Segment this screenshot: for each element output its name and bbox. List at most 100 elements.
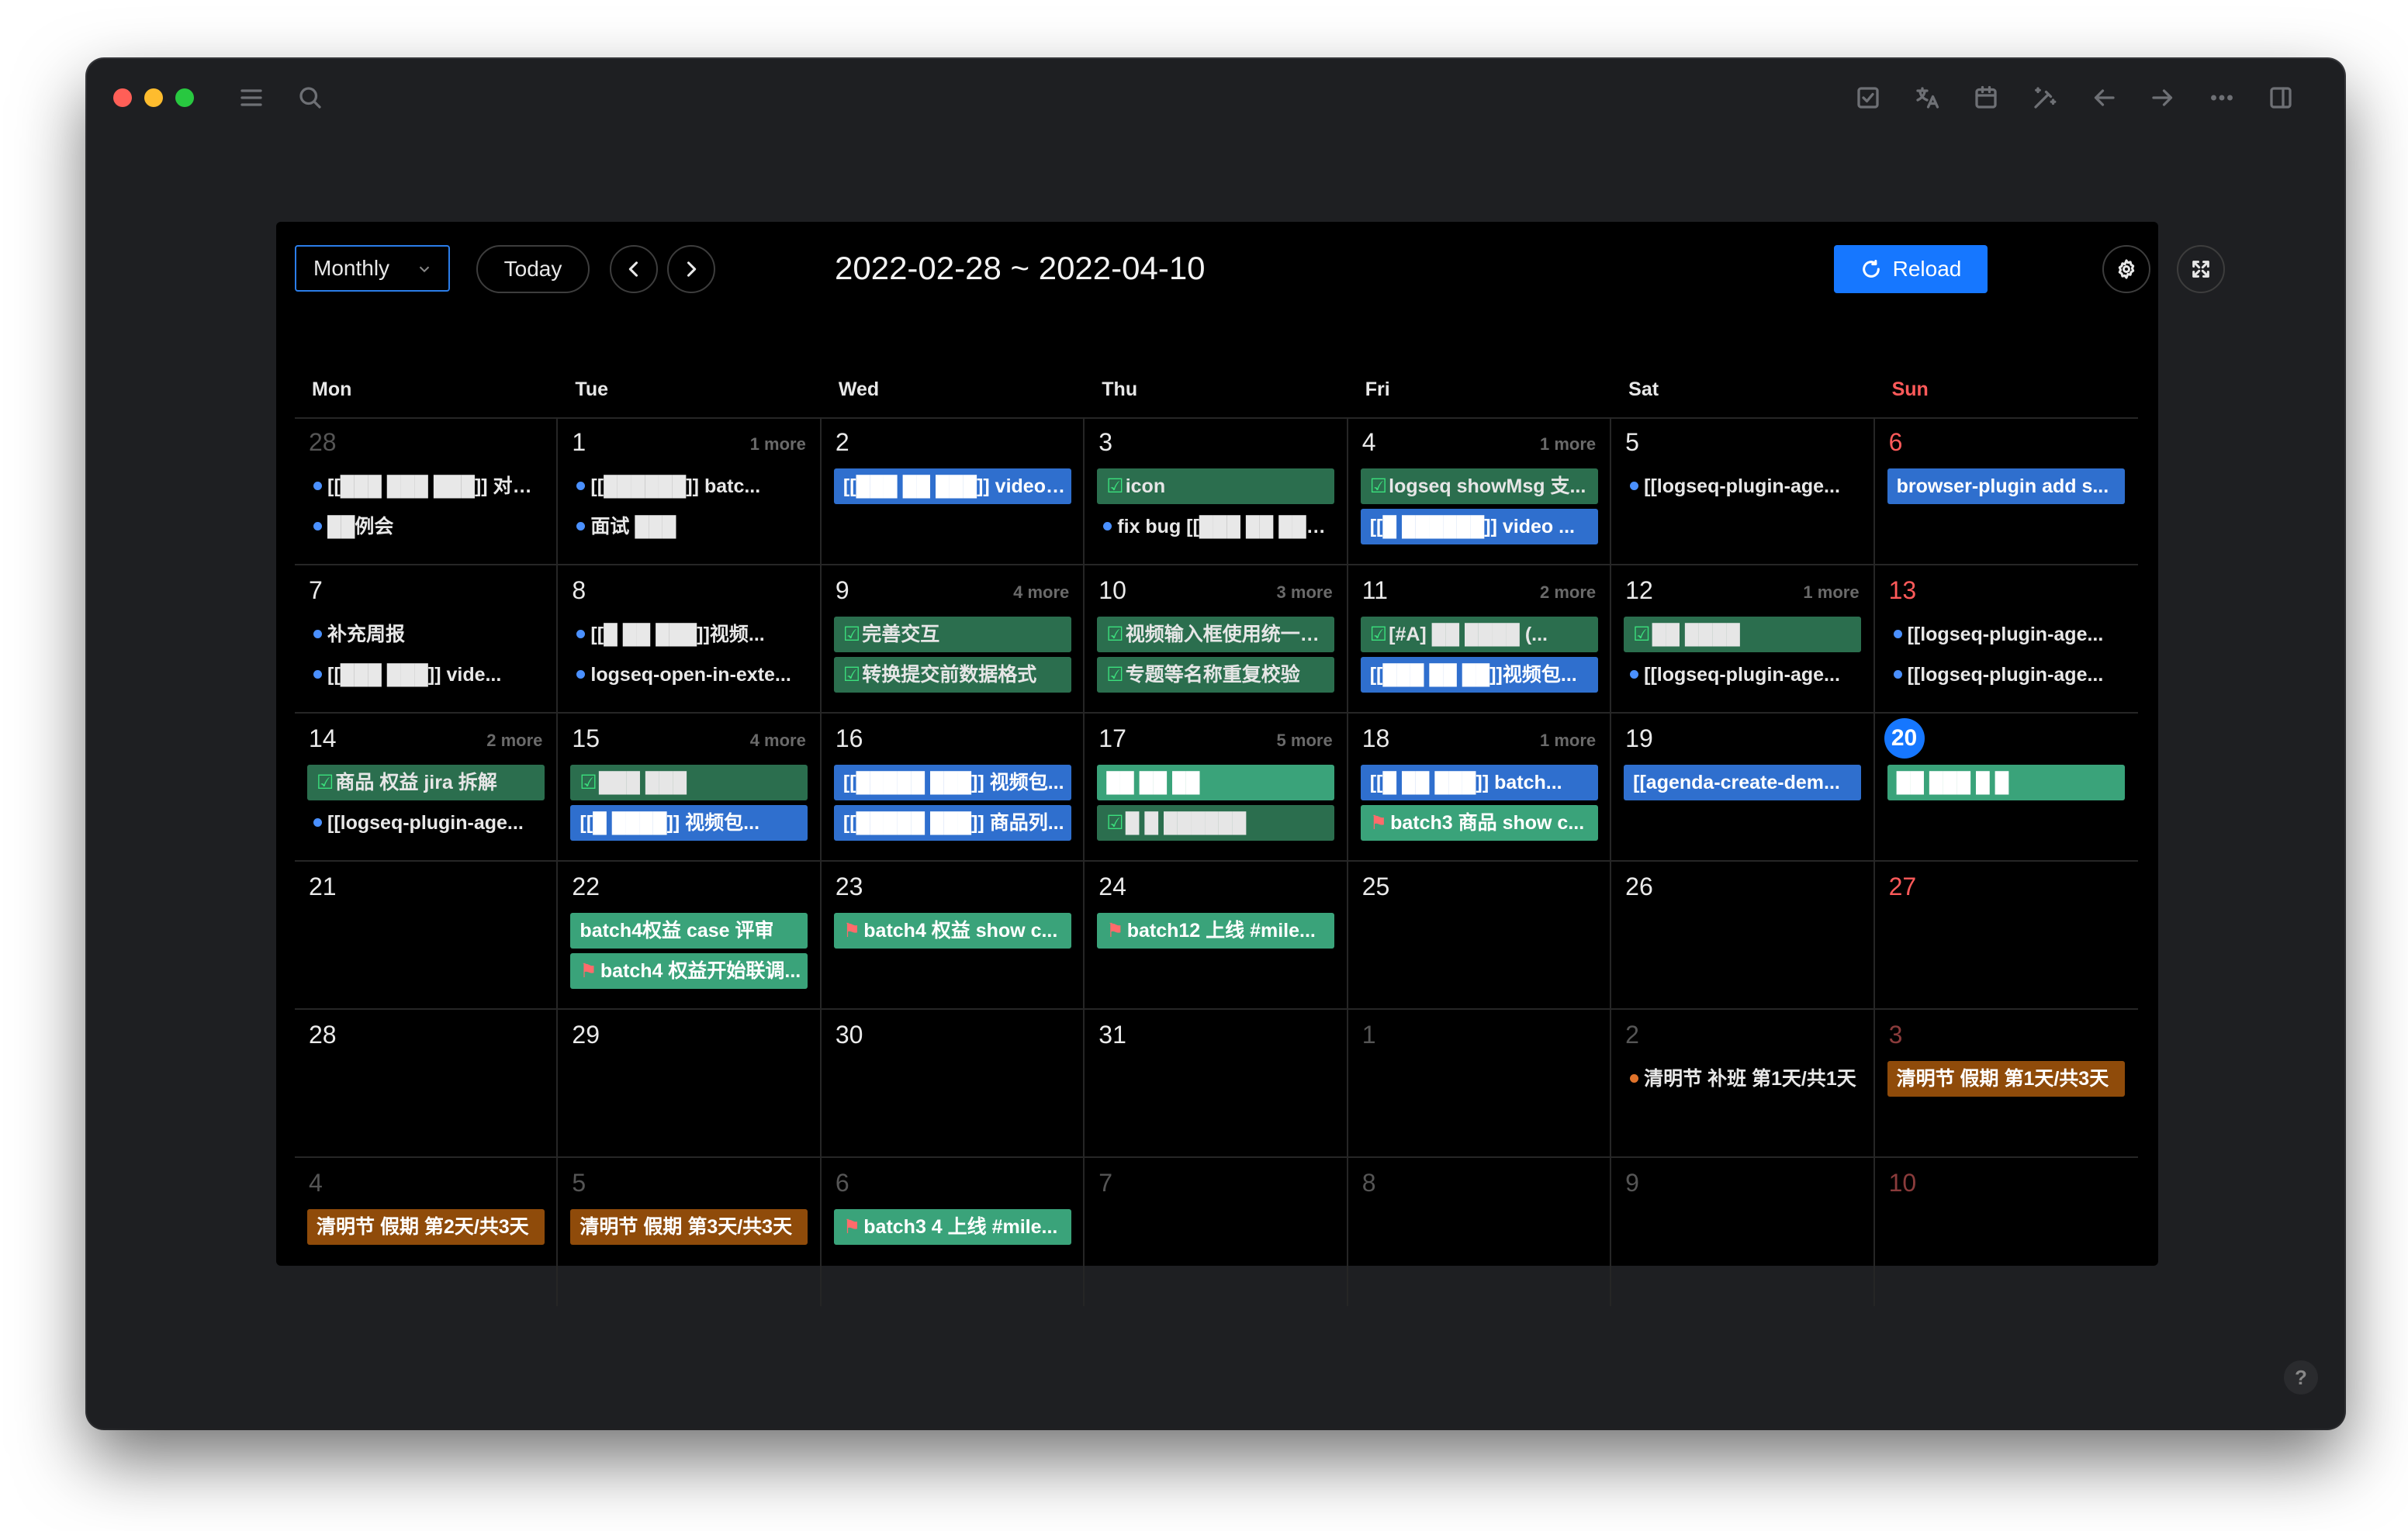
search-icon[interactable] xyxy=(295,82,326,113)
more-events-link[interactable]: 5 more xyxy=(1277,731,1333,751)
day-cell[interactable]: 8 xyxy=(1348,1158,1612,1306)
calendar-event[interactable]: [[█ ██████]] video ... xyxy=(1360,509,1598,544)
day-cell[interactable]: 2 清明节 补班 第1天/共1天 xyxy=(1611,1010,1875,1158)
day-cell[interactable]: 22 batch4权益 case 评审 ⚑ batch4 权益开始联调... xyxy=(558,862,822,1010)
day-cell[interactable]: 11 2 more ☑[#A] ██ ████ (... [[███ ██ ██]]视… xyxy=(1348,565,1612,714)
day-cell[interactable]: 1 1 more [[██████]] batc... 面试 ███ xyxy=(558,417,822,565)
calendar-event[interactable]: ☑█ █ ██████ xyxy=(1097,805,1335,841)
calendar-event[interactable]: browser-plugin add s... xyxy=(1887,468,2125,504)
more-events-link[interactable]: 1 more xyxy=(1803,582,1859,603)
wand-icon[interactable] xyxy=(2029,82,2060,113)
day-cell[interactable]: 9 xyxy=(1611,1158,1875,1306)
prev-button[interactable] xyxy=(610,245,658,293)
calendar-event[interactable]: ⚑ batch12 上线 #mile... xyxy=(1097,913,1335,949)
day-cell[interactable]: 24 ⚑ batch12 上线 #mile... xyxy=(1085,862,1348,1010)
calendar-event[interactable]: ⚑ batch4 权益开始联调... xyxy=(570,953,808,989)
todo-icon[interactable] xyxy=(1853,82,1884,113)
help-button[interactable]: ? xyxy=(2284,1360,2318,1394)
day-cell[interactable]: 2 [[███ ██ ███]] video ... xyxy=(821,417,1085,565)
day-cell[interactable]: 28 xyxy=(295,1010,559,1158)
calendar-event[interactable]: [[█ ████]] 视频包... xyxy=(570,805,808,841)
calendar-event[interactable]: 清明节 补班 第1天/共1天 xyxy=(1624,1061,1861,1097)
calendar-event[interactable]: ☑logseq showMsg 支... xyxy=(1360,468,1598,504)
more-events-link[interactable]: 1 more xyxy=(750,434,806,454)
more-events-link[interactable]: 2 more xyxy=(486,731,542,751)
calendar-event[interactable]: [[logseq-plugin-age... xyxy=(1887,657,2125,693)
calendar-event[interactable]: ☑完善交互 xyxy=(833,617,1071,652)
calendar-event[interactable]: [[███ ██ ██]]视频包... xyxy=(1360,657,1598,693)
day-cell[interactable]: 25 xyxy=(1348,862,1612,1010)
day-cell[interactable]: 4 1 more ☑logseq showMsg 支... [[█ ██████]] … xyxy=(1348,417,1612,565)
calendar-event[interactable]: [[█████ ███]] 商品列... xyxy=(833,805,1071,841)
day-cell[interactable]: 7 补充周报 [[███ ███]] vide... xyxy=(295,565,559,714)
calendar-event[interactable]: 面试 ███ xyxy=(570,509,808,544)
day-cell[interactable]: 29 xyxy=(558,1010,822,1158)
calendar-event[interactable]: logseq-open-in-exte... xyxy=(570,657,808,693)
calendar-event[interactable]: [[██████]] batc... xyxy=(570,468,808,504)
calendar-event[interactable]: 清明节 假期 第3天/共3天 xyxy=(570,1209,808,1245)
calendar-event[interactable]: [[███ ███]] vide... xyxy=(307,657,545,693)
calendar-event[interactable]: 清明节 假期 第2天/共3天 xyxy=(307,1209,545,1245)
close-window-button[interactable] xyxy=(113,88,132,107)
calendar-event[interactable]: batch4权益 case 评审 xyxy=(570,913,808,949)
calendar-event[interactable]: 补充周报 xyxy=(307,617,545,652)
calendar-event[interactable]: ☑转换提交前数据格式 xyxy=(833,657,1071,693)
day-cell[interactable]: 31 xyxy=(1085,1010,1348,1158)
calendar-event[interactable]: 清明节 假期 第1天/共3天 xyxy=(1887,1061,2125,1097)
next-button[interactable] xyxy=(667,245,715,293)
day-cell[interactable]: 23 ⚑ batch4 权益 show c... xyxy=(821,862,1085,1010)
calendar-event[interactable]: fix bug [[███ ██ ███]] xyxy=(1097,509,1334,544)
calendar-event[interactable]: ⚑ batch3 商品 show c... xyxy=(1360,805,1598,841)
day-cell[interactable]: 3 ☑icon fix bug [[███ ██ ███]] xyxy=(1085,417,1348,565)
day-cell[interactable]: 17 5 more ██ ██ ██ ☑█ █ ██████ xyxy=(1085,714,1348,862)
day-cell[interactable]: 30 xyxy=(821,1010,1085,1158)
more-icon[interactable] xyxy=(2206,82,2237,113)
today-button[interactable]: Today xyxy=(476,245,590,293)
day-cell[interactable]: 16 [[█████ ███]] 视频包... [[█████ ███]] 商品列.… xyxy=(821,714,1085,862)
day-cell[interactable]: 19 [[agenda-create-dem... xyxy=(1611,714,1875,862)
more-events-link[interactable]: 4 more xyxy=(1013,582,1069,603)
day-cell[interactable]: 4 清明节 假期 第2天/共3天 xyxy=(295,1158,559,1306)
day-cell[interactable]: 14 2 more ☑商品 权益 jira 拆解 [[logseq-plugin-ag… xyxy=(295,714,559,862)
calendar-event[interactable]: [[logseq-plugin-age... xyxy=(1624,657,1861,693)
day-cell[interactable]: 13 [[logseq-plugin-age... [[logseq-plugin-… xyxy=(1874,565,2138,714)
day-cell[interactable]: 5 [[logseq-plugin-age... xyxy=(1611,417,1875,565)
calendar-icon[interactable] xyxy=(1970,82,2001,113)
calendar-event[interactable]: ☑视频输入框使用统一的... xyxy=(1097,617,1335,652)
day-cell[interactable]: 6 ⚑ batch3 4 上线 #mile... xyxy=(822,1158,1085,1306)
calendar-event[interactable]: [[███ ██ ███]] video ... xyxy=(833,468,1071,504)
calendar-event[interactable]: [[█████ ███]] 视频包... xyxy=(833,765,1071,800)
day-cell[interactable]: 10 xyxy=(1875,1158,2138,1306)
reload-button[interactable]: Reload xyxy=(1834,245,1988,293)
calendar-event[interactable]: [[logseq-plugin-age... xyxy=(307,805,545,841)
more-events-link[interactable]: 1 more xyxy=(1540,434,1596,454)
menu-icon[interactable] xyxy=(236,82,267,113)
calendar-event[interactable]: [[agenda-create-dem... xyxy=(1624,765,1862,800)
zoom-window-button[interactable] xyxy=(175,88,194,107)
day-cell[interactable]: 10 3 more ☑视频输入框使用统一的... ☑专题等名称重复校验 xyxy=(1085,565,1348,714)
more-events-link[interactable]: 4 more xyxy=(750,731,806,751)
minimize-window-button[interactable] xyxy=(144,88,163,107)
calendar-event[interactable]: ☑[#A] ██ ████ (... xyxy=(1360,617,1598,652)
fullscreen-button[interactable] xyxy=(2177,245,2225,293)
calendar-event[interactable]: [[█ ██ ███]] batch... xyxy=(1360,765,1598,800)
calendar-event[interactable]: ☑专题等名称重复校验 xyxy=(1097,657,1335,693)
calendar-event[interactable]: ██例会 xyxy=(307,509,545,544)
calendar-event[interactable]: ☑icon xyxy=(1097,468,1335,504)
sidebar-icon[interactable] xyxy=(2265,82,2296,113)
day-cell[interactable]: 8 [[█ ██ ███]]视频... logseq-open-in-exte... xyxy=(558,565,822,714)
more-events-link[interactable]: 2 more xyxy=(1540,582,1596,603)
arrow-right-icon[interactable] xyxy=(2147,82,2178,113)
day-cell[interactable]: 18 1 more [[█ ██ ███]] batch... ⚑ batch3 商品 … xyxy=(1348,714,1612,862)
day-cell[interactable]: 28 [[███ ███ ███]] 对接... ██例会 xyxy=(295,417,559,565)
more-events-link[interactable]: 3 more xyxy=(1277,582,1333,603)
day-cell[interactable]: 94 more ☑完善交互 ☑转换提交前数据格式 xyxy=(821,565,1085,714)
translate-icon[interactable] xyxy=(1912,82,1943,113)
day-cell[interactable]: 1 xyxy=(1348,1010,1612,1158)
calendar-event[interactable]: ⚑ batch4 权益 show c... xyxy=(833,913,1071,949)
calendar-event[interactable]: ⚑ batch3 4 上线 #mile... xyxy=(833,1209,1071,1245)
day-cell[interactable]: 21 xyxy=(295,862,559,1010)
calendar-event[interactable]: ☑商品 权益 jira 拆解 xyxy=(307,765,545,800)
calendar-event[interactable]: [[logseq-plugin-age... xyxy=(1624,468,1861,504)
settings-button[interactable] xyxy=(2102,245,2150,293)
